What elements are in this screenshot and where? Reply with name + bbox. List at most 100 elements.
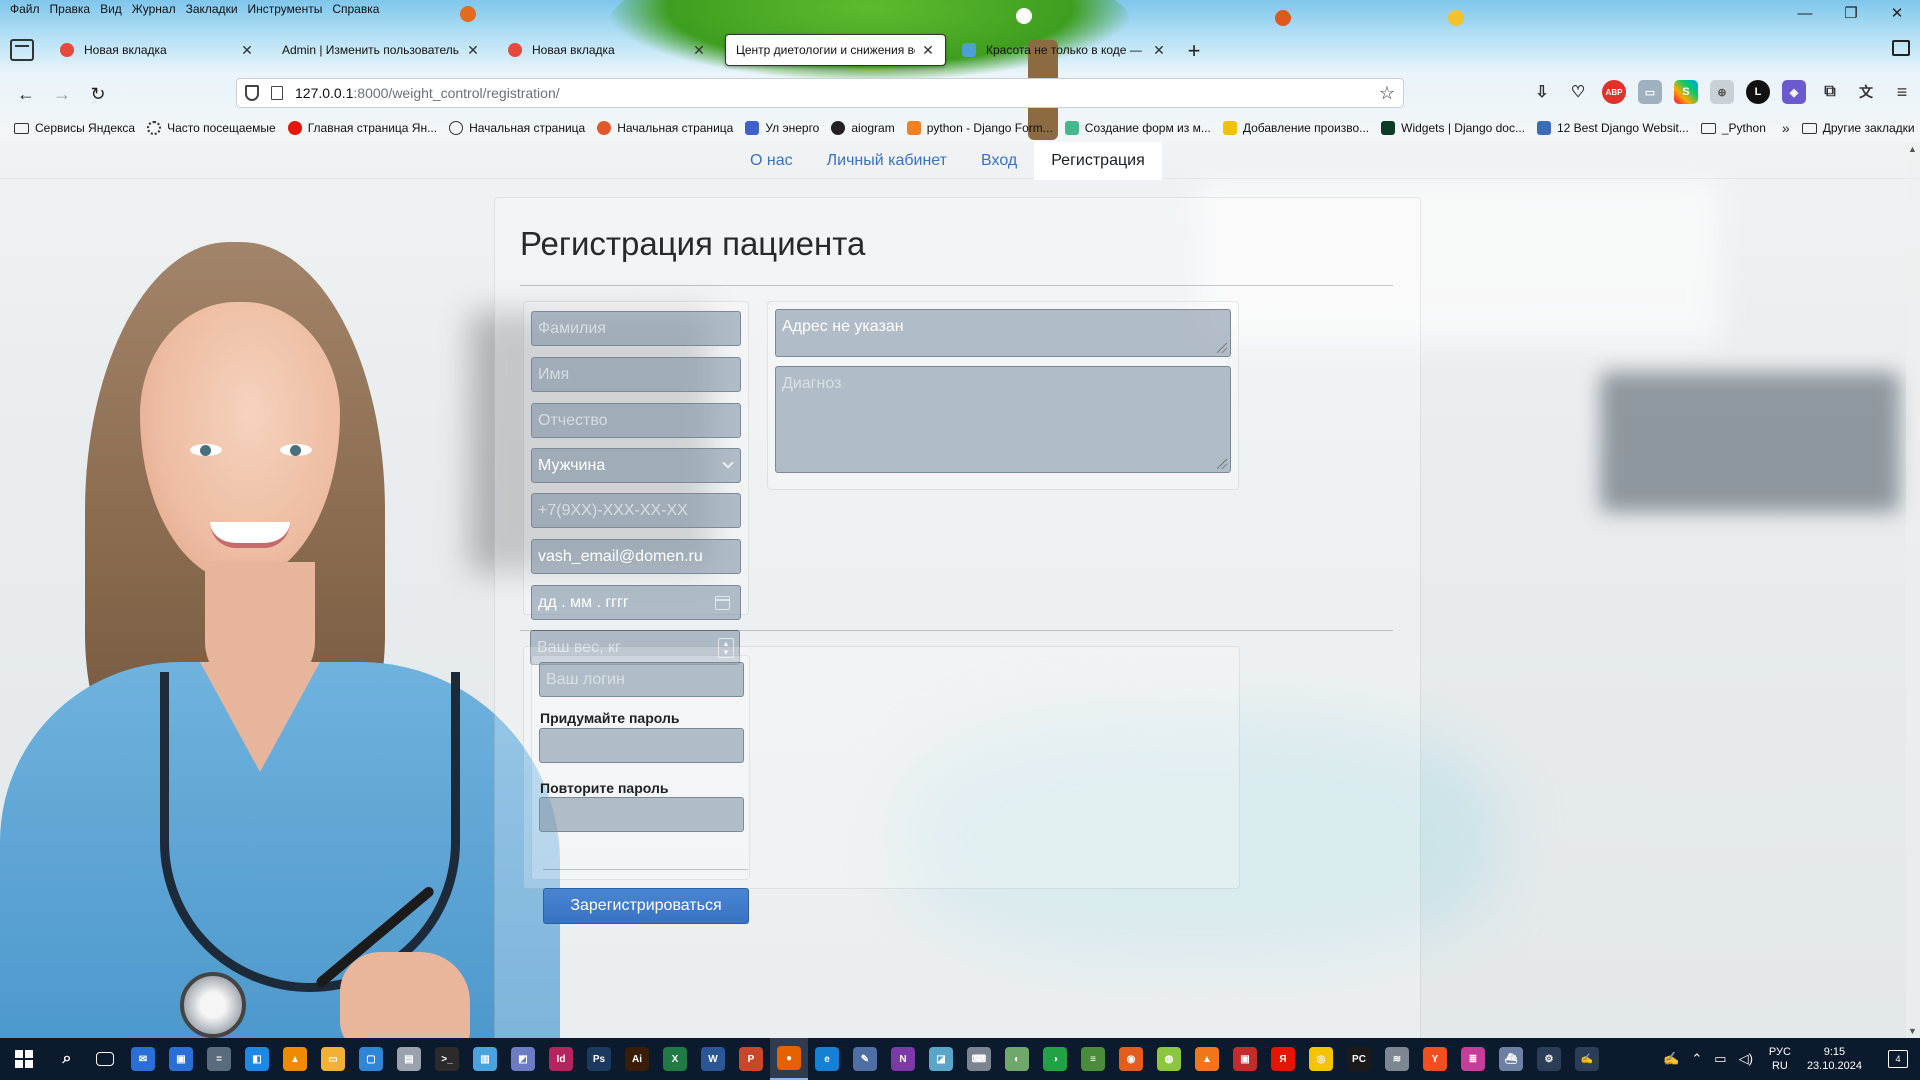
close-tab-icon[interactable]: ✕ — [240, 42, 254, 59]
language-indicator[interactable]: РУС RU — [1769, 1045, 1791, 1073]
forward-arrow-icon[interactable]: → — [48, 80, 76, 108]
taskbar-calculator-icon[interactable]: = — [200, 1038, 238, 1080]
taskbar-database-icon[interactable]: ≋ — [1378, 1038, 1416, 1080]
bookmark-star-icon[interactable]: ☆ — [1379, 83, 1395, 104]
pocket-icon[interactable]: ♡ — [1566, 80, 1590, 104]
menu-view[interactable]: Вид — [96, 0, 128, 20]
taskbar-explorer-icon[interactable]: ▭ — [314, 1038, 352, 1080]
new-tab-button[interactable]: + — [1182, 38, 1206, 64]
taskbar-illustrator-icon[interactable]: Ai — [618, 1038, 656, 1080]
back-arrow-icon[interactable]: ← — [12, 80, 40, 108]
email-input[interactable]: vash_email@domen.ru — [531, 539, 741, 574]
taskbar-app-window-icon[interactable]: ▢ — [352, 1038, 390, 1080]
taskbar-mail-icon[interactable]: ✉ — [124, 1038, 162, 1080]
taskbar-app-stripes-icon[interactable]: ≣ — [1454, 1038, 1492, 1080]
taskbar-app-sheet-icon[interactable]: ▥ — [466, 1038, 504, 1080]
close-tab-icon[interactable]: ✕ — [921, 42, 935, 59]
taskbar-app-lime-icon[interactable]: ◑ — [1036, 1038, 1074, 1080]
tab-new-tab-2[interactable]: Новая вкладка ✕ — [498, 34, 716, 66]
bookmark-start-page-1[interactable]: Начальная страница — [449, 121, 585, 135]
translate-icon[interactable]: 文 — [1854, 80, 1878, 104]
adblock-icon[interactable]: ABP — [1602, 80, 1626, 104]
l-extension-icon[interactable]: L — [1746, 80, 1770, 104]
url-text[interactable]: 127.0.0.1:8000/weight_control/registrati… — [295, 85, 560, 101]
start-button[interactable] — [0, 1038, 48, 1080]
taskbar-word-icon[interactable]: W — [694, 1038, 732, 1080]
extension-mail-icon[interactable]: ▭ — [1638, 80, 1662, 104]
first-name-input[interactable]: Имя — [531, 357, 741, 392]
taskbar-yandex-browser-icon[interactable]: Y — [1416, 1038, 1454, 1080]
taskbar-app-orange-icon[interactable]: ◉ — [1112, 1038, 1150, 1080]
globe-extension-icon[interactable]: ⊕ — [1710, 80, 1734, 104]
taskbar-app-paper-icon[interactable]: ◪ — [922, 1038, 960, 1080]
taskbar-indesign-icon[interactable]: Id — [542, 1038, 580, 1080]
tab-new-tab-1[interactable]: Новая вкладка ✕ — [50, 34, 264, 66]
taskbar-app-red-icon[interactable]: ▣ — [1226, 1038, 1264, 1080]
taskbar-app-ball-icon[interactable]: ◍ — [1150, 1038, 1188, 1080]
taskbar-store-icon[interactable]: ▣ — [162, 1038, 200, 1080]
notification-center-icon[interactable]: 4 — [1888, 1050, 1908, 1068]
calendar-icon[interactable] — [715, 596, 730, 610]
login-input[interactable]: Ваш логин — [539, 662, 744, 697]
resize-grip-icon[interactable] — [1217, 343, 1227, 353]
tab-overview-icon[interactable] — [1892, 40, 1910, 56]
network-icon[interactable]: ▭ — [1714, 1051, 1726, 1067]
menu-history[interactable]: Журнал — [128, 0, 182, 20]
password-input[interactable] — [539, 728, 744, 763]
bookmark-widgets[interactable]: Widgets | Django doc... — [1381, 121, 1525, 135]
last-name-input[interactable]: Фамилия — [531, 311, 741, 346]
other-bookmarks[interactable]: Другие закладки — [1801, 121, 1915, 135]
resize-grip-icon[interactable] — [1217, 459, 1227, 469]
menu-file[interactable]: Файл — [6, 0, 46, 20]
taskbar-keyboard-icon[interactable]: ⌨ — [960, 1038, 998, 1080]
taskbar-app-duo-icon[interactable]: ◩ — [504, 1038, 542, 1080]
page-info-icon[interactable] — [271, 86, 283, 100]
address-textarea[interactable]: Адрес не указан — [775, 309, 1231, 357]
scroll-down-icon[interactable]: ▼ — [1908, 1026, 1917, 1036]
phone-input[interactable]: +7(9XX)-XXX-XX-XX — [531, 493, 741, 528]
url-bar[interactable]: 127.0.0.1:8000/weight_control/registrati… — [236, 78, 1404, 108]
taskbar-settings-icon[interactable]: ⚙ — [1530, 1038, 1568, 1080]
bookmark-python-folder[interactable]: _Python — [1700, 121, 1766, 135]
register-button[interactable]: Зарегистрироваться — [543, 888, 749, 924]
tab-admin[interactable]: Admin | Изменить пользователь | Adm ✕ — [272, 34, 490, 66]
taskbar-beeline-icon[interactable]: ◎ — [1302, 1038, 1340, 1080]
menu-edit[interactable]: Правка — [46, 0, 97, 20]
bookmark-create-forms[interactable]: Создание форм из м... — [1064, 121, 1211, 135]
bookmark-yandex-home[interactable]: Главная страница Ян... — [287, 121, 437, 135]
close-window-button[interactable]: ✕ — [1874, 0, 1920, 26]
extensions-puzzle-icon[interactable]: ⧉ — [1818, 80, 1842, 104]
nav-about[interactable]: О нас — [733, 142, 810, 180]
search-icon[interactable]: ⌕ — [48, 1038, 86, 1080]
close-tab-icon[interactable]: ✕ — [1152, 42, 1166, 59]
bookmark-best-django[interactable]: 12 Best Django Websit... — [1536, 121, 1689, 135]
bookmark-frequent[interactable]: Часто посещаемые — [147, 121, 276, 135]
bookmark-adding[interactable]: Добавление произво... — [1222, 121, 1369, 135]
colorful-extension-icon[interactable]: S — [1674, 80, 1698, 104]
taskbar-powerpoint-icon[interactable]: P — [732, 1038, 770, 1080]
taskbar-onenote-icon[interactable]: N — [884, 1038, 922, 1080]
taskbar-terminal-icon[interactable]: >_ — [428, 1038, 466, 1080]
password-confirm-input[interactable] — [539, 797, 744, 832]
close-tab-icon[interactable]: ✕ — [692, 42, 706, 59]
taskbar-yandex-icon[interactable]: Я — [1264, 1038, 1302, 1080]
show-hidden-icons-chevron-icon[interactable]: ⌃ — [1691, 1051, 1702, 1067]
menu-help[interactable]: Справка — [328, 0, 385, 20]
reload-icon[interactable]: ↻ — [84, 80, 112, 108]
bookmark-yandex-services[interactable]: Сервисы Яндекса — [14, 121, 135, 135]
gender-select[interactable]: Мужчина — [531, 448, 741, 483]
restore-button[interactable]: ❐ — [1828, 0, 1874, 26]
nav-account[interactable]: Личный кабинет — [810, 142, 964, 180]
taskbar-app-fire-icon[interactable]: ▲ — [1188, 1038, 1226, 1080]
taskbar-app-blue-icon[interactable]: ◧ — [238, 1038, 276, 1080]
taskbar-firefox-icon[interactable]: ● — [770, 1038, 808, 1080]
volume-icon[interactable]: ◁) — [1739, 1051, 1753, 1067]
tracking-shield-icon[interactable] — [245, 85, 259, 101]
taskbar-app-green-icon[interactable]: ◐ — [998, 1038, 1036, 1080]
scroll-up-icon[interactable]: ▲ — [1908, 144, 1917, 154]
taskbar-edge-icon[interactable]: e — [808, 1038, 846, 1080]
task-view-icon[interactable] — [86, 1038, 124, 1080]
hamburger-menu-icon[interactable]: ≡ — [1890, 80, 1914, 104]
clock[interactable]: 9:15 23.10.2024 — [1807, 1045, 1862, 1073]
bookmark-python-django-form[interactable]: python - Django Form... — [906, 121, 1053, 135]
